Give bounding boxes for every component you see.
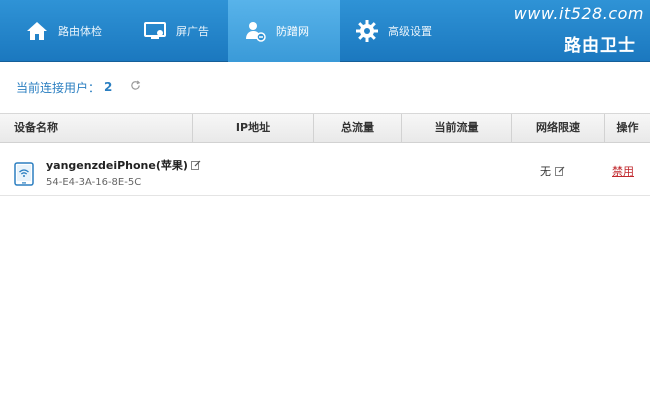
monitor-icon <box>142 18 168 44</box>
tab-label: 屏广告 <box>176 25 209 38</box>
tablet-wifi-icon <box>14 162 34 186</box>
tab-label: 路由体检 <box>58 25 102 38</box>
user-shield-icon <box>242 18 268 44</box>
tab-router-check[interactable]: 路由体检 <box>10 0 128 62</box>
tab-anti-leech[interactable]: 防蹭网 <box>228 0 340 62</box>
tab-label: 高级设置 <box>388 25 432 38</box>
gear-icon <box>354 18 380 44</box>
edit-icon[interactable] <box>555 166 565 176</box>
connected-users-label: 当前连接用户： <box>16 80 101 95</box>
home-icon <box>24 18 50 44</box>
watermark: www.it528.com <box>513 4 644 23</box>
connected-users: 当前连接用户： 2 <box>16 78 141 96</box>
table-row: yangenzdeiPhone(苹果) 54-E4-3A-16-8E-5C 无 … <box>0 144 650 196</box>
tab-block-ads[interactable]: 屏广告 <box>128 0 228 62</box>
col-ip-address: IP地址 <box>193 114 314 142</box>
brand-logo: 路由卫士 <box>564 36 636 56</box>
speed-limit-value: 无 <box>540 165 551 178</box>
edit-icon[interactable] <box>190 160 201 170</box>
tab-label: 防蹭网 <box>276 25 309 38</box>
col-current-traffic: 当前流量 <box>402 114 512 142</box>
connected-users-count: 2 <box>104 80 113 94</box>
disable-link[interactable]: 禁用 <box>612 163 634 179</box>
col-device-name: 设备名称 <box>0 114 193 142</box>
refresh-icon[interactable] <box>130 80 141 94</box>
device-name-text: yangenzdeiPhone(苹果) <box>46 159 188 172</box>
device-mac: 54-E4-3A-16-8E-5C <box>46 177 142 188</box>
table-header: 设备名称 IP地址 总流量 当前流量 网络限速 操作 <box>0 113 650 143</box>
col-actions: 操作 <box>616 121 639 134</box>
col-total-traffic: 总流量 <box>314 114 402 142</box>
speed-limit-cell: 无 <box>540 163 565 179</box>
col-speed-limit: 网络限速 <box>512 114 605 142</box>
top-nav-bar: 路由体检 屏广告 防蹭网 高级设置 www.it528.com 路由卫士 <box>0 0 650 62</box>
device-name: yangenzdeiPhone(苹果) <box>46 157 201 173</box>
tab-advanced-settings[interactable]: 高级设置 <box>340 0 460 62</box>
